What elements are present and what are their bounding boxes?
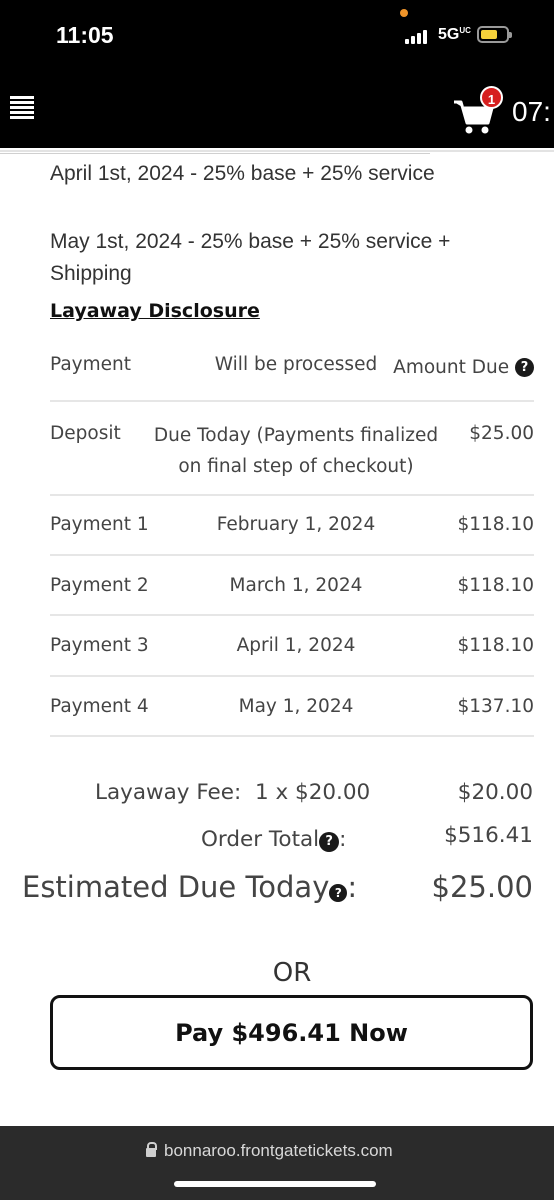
row-amount: $25.00 <box>469 423 534 444</box>
row-payment: Payment 4 <box>50 696 149 717</box>
battery-icon <box>477 26 512 43</box>
checkout-timer: 07: <box>512 96 551 127</box>
divider <box>0 150 554 152</box>
row-processed: April 1, 2024 <box>236 635 356 656</box>
browser-address-bar[interactable] <box>0 1126 554 1200</box>
due-today-value: $25.00 <box>431 870 533 904</box>
home-indicator[interactable] <box>174 1181 376 1187</box>
network-label: 5GUC <box>438 26 471 43</box>
app-header: 11:05 5GUC 1 07: <box>0 0 554 148</box>
row-payment: Payment 2 <box>50 575 149 596</box>
url-text[interactable]: bonnaroo.frontgatetickets.com <box>164 1141 393 1161</box>
schedule-line: May 1st, 2024 - 25% base + 25% service +… <box>50 230 451 285</box>
privacy-indicator <box>400 9 408 17</box>
due-today-label: Estimated Due Today?: <box>22 870 358 904</box>
divider <box>50 400 534 402</box>
header-payment: Payment <box>50 354 131 375</box>
help-icon[interactable]: ? <box>329 884 348 902</box>
divider <box>50 494 534 496</box>
layaway-fee-value: $20.00 <box>457 780 533 805</box>
status-time: 11:05 <box>56 22 114 48</box>
divider <box>50 675 534 677</box>
row-amount: $137.10 <box>457 696 534 717</box>
row-payment: Deposit <box>50 423 121 444</box>
pay-now-button[interactable]: Pay $496.41 Now <box>50 995 533 1070</box>
divider <box>50 614 534 616</box>
order-total-value: $516.41 <box>444 823 533 848</box>
menu-icon[interactable] <box>10 96 34 119</box>
header-amount: Amount Due ? <box>393 357 534 378</box>
row-processed: March 1, 2024 <box>229 575 363 596</box>
help-icon[interactable]: ? <box>515 358 534 377</box>
help-icon[interactable]: ? <box>319 832 340 852</box>
row-processed: May 1, 2024 <box>238 696 354 717</box>
divider <box>50 554 534 556</box>
row-amount: $118.10 <box>457 514 534 535</box>
layaway-disclosure-link[interactable]: Layaway Disclosure <box>50 300 260 322</box>
cart-count-badge: 1 <box>480 86 503 109</box>
layaway-fee-label: Layaway Fee: 1 x $20.00 <box>95 780 371 805</box>
divider <box>0 153 430 154</box>
row-payment: Payment 1 <box>50 514 149 535</box>
row-amount: $118.10 <box>457 575 534 596</box>
or-separator: OR <box>272 958 312 988</box>
signal-icon <box>405 28 431 44</box>
row-amount: $118.10 <box>457 635 534 656</box>
divider <box>50 735 534 737</box>
lock-icon <box>146 1142 157 1157</box>
row-processed: February 1, 2024 <box>216 514 376 535</box>
row-processed: Due Today (Payments finalized on final s… <box>153 425 439 477</box>
order-total-label: Order Total?: <box>201 827 347 852</box>
row-payment: Payment 3 <box>50 635 149 656</box>
schedule-line: April 1st, 2024 - 25% base + 25% service <box>50 162 435 185</box>
